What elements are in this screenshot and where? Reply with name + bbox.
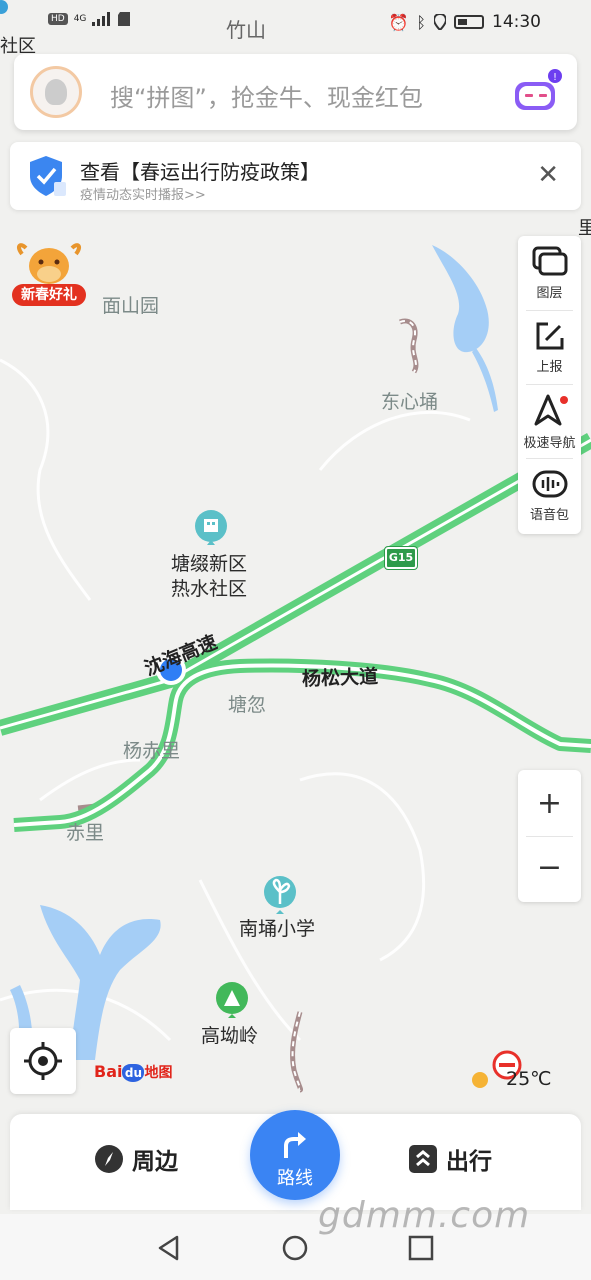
clock-time: 14:30 xyxy=(492,12,541,32)
user-avatar[interactable] xyxy=(30,66,82,118)
zoom-out-button[interactable]: − xyxy=(518,836,581,900)
search-placeholder[interactable]: 搜“拼图”，抢金牛、现金红包 xyxy=(110,78,423,113)
map-label-reshui-community[interactable]: 热水社区 xyxy=(171,574,247,601)
locate-crosshair-icon xyxy=(24,1042,62,1080)
route-label: 路线 xyxy=(277,1168,313,1189)
network-status: HD 4G xyxy=(48,12,131,26)
signal-bars-icon xyxy=(92,12,111,26)
ox-mascot-icon xyxy=(17,243,81,284)
fast-nav-label: 极速导航 xyxy=(523,436,576,451)
epidemic-notice-card[interactable]: 查看【春运出行防疫政策】 疫情动态实时播报>> ✕ xyxy=(10,142,581,210)
voice-pack-label: 语音包 xyxy=(529,508,569,523)
shield-check-icon xyxy=(30,156,66,196)
map-label-dongxinyong[interactable]: 东心埇 xyxy=(381,387,438,414)
voice-pack-button[interactable]: 语音包 xyxy=(518,458,581,532)
sun-icon xyxy=(472,1072,488,1088)
travel-icon xyxy=(409,1145,437,1173)
sd-card-icon xyxy=(118,12,131,26)
home-icon[interactable] xyxy=(281,1234,309,1262)
compass-icon xyxy=(95,1145,123,1173)
route-button[interactable]: 路线 xyxy=(250,1110,340,1200)
map-label-yangchili[interactable]: 杨赤里 xyxy=(123,736,180,763)
battery-icon xyxy=(454,15,484,29)
edit-icon xyxy=(536,322,563,350)
notice-title[interactable]: 查看【春运出行防疫政策】 xyxy=(80,156,320,185)
road-label-yangsong[interactable]: 杨松大道 xyxy=(302,662,379,692)
navigation-arrow-icon xyxy=(534,394,568,426)
back-icon[interactable] xyxy=(155,1234,183,1262)
hd-badge: HD xyxy=(48,13,68,25)
gps-icon xyxy=(434,14,446,30)
zoom-control: + − xyxy=(518,770,581,902)
status-bar: HD 4G 竹山 ⏰ ᛒ 14:30 xyxy=(0,0,591,46)
layers-button[interactable]: 图层 xyxy=(518,236,581,310)
temperature: 25℃ xyxy=(506,1068,552,1090)
paw-icon: du xyxy=(122,1063,145,1082)
expressway-shield[interactable]: G15 xyxy=(384,546,418,570)
bluetooth-icon: ᛒ xyxy=(416,12,426,32)
map-label-mianshanyuan[interactable]: 面山园 xyxy=(102,291,159,318)
location-dot-icon xyxy=(0,0,8,14)
nearby-button[interactable]: 周边 xyxy=(94,1142,178,1176)
recent-apps-icon[interactable] xyxy=(407,1234,435,1262)
report-label: 上报 xyxy=(536,360,563,375)
system-icons: ⏰ ᛒ 14:30 xyxy=(388,12,541,32)
notice-subtitle[interactable]: 疫情动态实时播报>> xyxy=(80,184,206,203)
status-location-name: 竹山 xyxy=(226,18,266,42)
baidu-map-logo: Bai du 地图 xyxy=(94,1062,173,1082)
close-icon[interactable]: ✕ xyxy=(537,160,559,190)
map-tool-panel: 图层 上报 极速导航 语音包 xyxy=(518,236,581,534)
route-turn-arrow-icon xyxy=(284,1132,306,1158)
layers-icon xyxy=(532,246,567,276)
map-label-tangzhui-district[interactable]: 塘缀新区 xyxy=(171,549,247,576)
promo-label[interactable]: 新春好礼 xyxy=(12,284,86,306)
map-label-gaoaoling[interactable]: 高坳岭 xyxy=(201,1021,258,1048)
map-label-tanghu[interactable]: 塘忽 xyxy=(228,690,266,717)
new-year-promo[interactable]: 新春好礼 xyxy=(10,240,88,310)
assistant-robot-icon[interactable]: ! xyxy=(511,68,563,116)
svg-text:!: ! xyxy=(553,72,557,83)
voice-wave-icon xyxy=(532,470,567,498)
map-label-nanyong-school[interactable]: 南埇小学 xyxy=(239,914,315,941)
travel-label: 出行 xyxy=(446,1149,492,1175)
search-bar[interactable]: 搜“拼图”，抢金牛、现金红包 ! xyxy=(14,54,577,130)
map-label-chili[interactable]: 赤里 xyxy=(66,818,104,845)
signal-type: 4G xyxy=(73,14,87,24)
nearby-label: 周边 xyxy=(132,1149,178,1175)
report-button[interactable]: 上报 xyxy=(518,310,581,384)
site-watermark: gdmm.com xyxy=(318,1195,531,1236)
avatar-figure-icon xyxy=(45,79,67,105)
fast-nav-button[interactable]: 极速导航 xyxy=(518,384,581,458)
travel-button[interactable]: 出行 xyxy=(408,1142,492,1176)
weather-widget[interactable]: 25℃ xyxy=(470,1050,570,1094)
alarm-icon: ⏰ xyxy=(388,12,409,32)
layers-label: 图层 xyxy=(536,286,563,301)
locate-button[interactable] xyxy=(10,1028,76,1094)
zoom-in-button[interactable]: + xyxy=(518,772,581,836)
